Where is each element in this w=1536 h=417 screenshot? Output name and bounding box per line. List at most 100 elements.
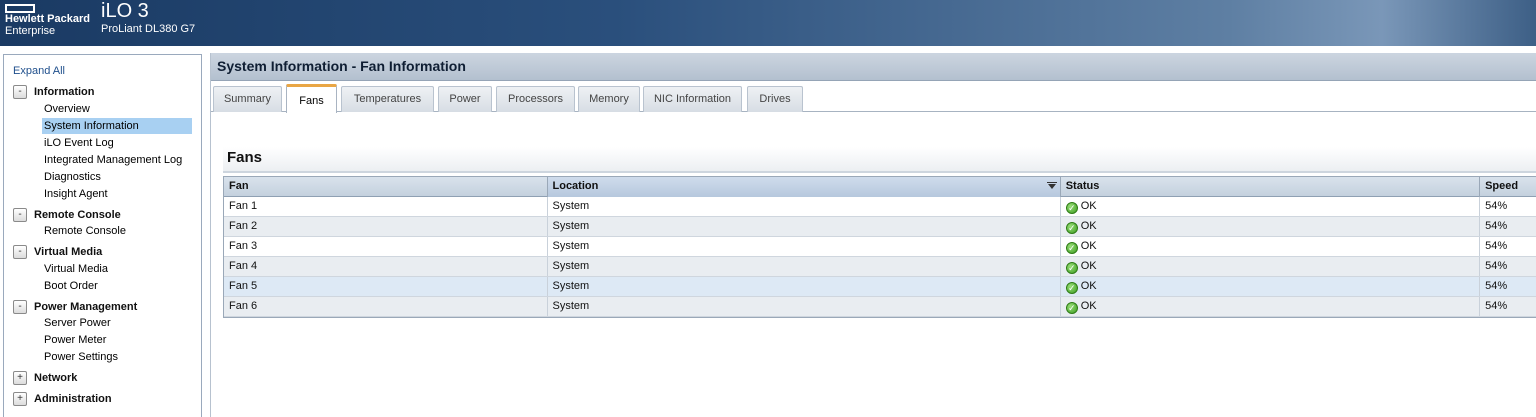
status-text: OK — [1080, 240, 1097, 252]
cell-location: System — [548, 277, 1061, 296]
nav-group-information[interactable]: - Information — [13, 84, 95, 100]
ok-check-icon: ✓ — [1065, 282, 1078, 294]
sidebar-item-boot-order[interactable]: Boot Order — [42, 278, 192, 294]
cell-fan: Fan 2 — [224, 217, 548, 236]
sidebar-nav: Expand All - Information Overview System… — [3, 54, 202, 417]
tab-fans[interactable]: Fans — [286, 84, 337, 113]
fans-table: Fan Location Status Speed Fan 1 System ✓… — [223, 176, 1536, 318]
column-header-label: Location — [552, 180, 599, 192]
cell-location: System — [548, 257, 1061, 276]
cell-status: ✓ OK — [1061, 217, 1481, 236]
sort-arrow-icon — [1047, 184, 1056, 189]
cell-fan: Fan 1 — [224, 197, 548, 216]
table-row[interactable]: Fan 4 System ✓ OK 54% — [224, 257, 1536, 277]
status-text: OK — [1080, 300, 1097, 312]
cell-speed: 54% — [1485, 200, 1508, 212]
sidebar-item-ilo-event-log[interactable]: iLO Event Log — [42, 135, 192, 151]
sort-descending-icon — [1046, 182, 1057, 183]
column-header-speed[interactable]: Speed — [1480, 177, 1536, 197]
sidebar-item-system-information[interactable]: System Information — [42, 118, 192, 134]
ok-check-icon: ✓ — [1065, 302, 1078, 314]
cell-speed: 54% — [1485, 240, 1508, 252]
table-row[interactable]: Fan 6 System ✓ OK 54% — [224, 297, 1536, 317]
main-panel: System Information - Fan Information Sum… — [210, 53, 1536, 417]
status-text: OK — [1080, 200, 1097, 212]
sidebar-item-integrated-management-log[interactable]: Integrated Management Log — [42, 152, 192, 168]
cell-fan: Fan 5 — [224, 277, 548, 296]
cell-fan: Fan 6 — [224, 297, 548, 316]
column-header-location[interactable]: Location — [547, 177, 1061, 197]
cell-speed: 54% — [1485, 220, 1508, 232]
sidebar-item-remote-console[interactable]: Remote Console — [42, 223, 192, 239]
nav-group-remote-console[interactable]: - Remote Console — [13, 207, 121, 223]
sidebar-item-power-settings[interactable]: Power Settings — [42, 349, 192, 365]
sidebar-item-virtual-media[interactable]: Virtual Media — [42, 261, 192, 277]
status-text: OK — [1080, 280, 1097, 292]
cell-status: ✓ OK — [1061, 257, 1481, 276]
tab-processors[interactable]: Processors — [496, 86, 575, 112]
tab-bar: Summary Fans Temperatures Power Processo… — [211, 84, 1536, 113]
ok-check-icon: ✓ — [1065, 222, 1078, 234]
nav-group-network[interactable]: + Network — [13, 370, 77, 386]
brand-line-2: Enterprise — [5, 25, 56, 37]
server-model: ProLiant DL380 G7 — [101, 23, 196, 35]
nav-group-label[interactable]: Virtual Media — [34, 246, 102, 258]
column-header-status[interactable]: Status — [1061, 177, 1481, 197]
hpe-logo: Hewlett Packard Enterprise — [5, 4, 95, 37]
cell-speed: 54% — [1485, 260, 1508, 272]
sidebar-item-power-meter[interactable]: Power Meter — [42, 332, 192, 348]
sidebar-item-overview[interactable]: Overview — [42, 101, 192, 117]
tab-temperatures[interactable]: Temperatures — [341, 86, 434, 112]
cell-location: System — [548, 297, 1061, 316]
expand-toggle-icon[interactable]: + — [13, 392, 27, 406]
expand-all-link[interactable]: Expand All — [13, 65, 65, 77]
status-text: OK — [1080, 220, 1097, 232]
cell-fan: Fan 3 — [224, 237, 548, 256]
collapse-toggle-icon[interactable]: - — [13, 245, 27, 259]
status-text: OK — [1080, 260, 1097, 272]
cell-location: System — [548, 237, 1061, 256]
table-row[interactable]: Fan 5 System ✓ OK 54% — [224, 277, 1536, 297]
collapse-toggle-icon[interactable]: - — [13, 300, 27, 314]
sidebar-item-insight-agent[interactable]: Insight Agent — [42, 186, 192, 202]
nav-group-label[interactable]: Remote Console — [34, 209, 121, 221]
cell-location: System — [548, 197, 1061, 216]
product-title: iLO 3 — [101, 0, 149, 22]
cell-status: ✓ OK — [1061, 277, 1481, 296]
nav-group-administration[interactable]: + Administration — [13, 391, 112, 407]
nav-group-power-management[interactable]: - Power Management — [13, 299, 137, 315]
table-header: Fan Location Status Speed — [224, 177, 1536, 197]
ok-check-icon: ✓ — [1065, 242, 1078, 254]
column-header-fan[interactable]: Fan — [224, 177, 548, 197]
nav-group-label[interactable]: Power Management — [34, 301, 137, 313]
tab-summary[interactable]: Summary — [213, 86, 282, 112]
cell-speed: 54% — [1485, 300, 1508, 312]
nav-group-virtual-media[interactable]: - Virtual Media — [13, 244, 102, 260]
nav-group-label[interactable]: Administration — [34, 393, 112, 405]
cell-fan: Fan 4 — [224, 257, 548, 276]
header-bar: Hewlett Packard Enterprise iLO 3 ProLian… — [0, 0, 1536, 46]
tab-drives[interactable]: Drives — [747, 86, 803, 112]
collapse-toggle-icon[interactable]: - — [13, 208, 27, 222]
table-row[interactable]: Fan 3 System ✓ OK 54% — [224, 237, 1536, 257]
tab-memory[interactable]: Memory — [578, 86, 640, 112]
ok-check-icon: ✓ — [1065, 202, 1078, 214]
sidebar-item-diagnostics[interactable]: Diagnostics — [42, 169, 192, 185]
tab-power[interactable]: Power — [438, 86, 492, 112]
ok-check-icon: ✓ — [1065, 262, 1078, 274]
cell-location: System — [548, 217, 1061, 236]
collapse-toggle-icon[interactable]: - — [13, 85, 27, 99]
sidebar-item-server-power[interactable]: Server Power — [42, 315, 192, 331]
expand-toggle-icon[interactable]: + — [13, 371, 27, 385]
nav-group-label[interactable]: Network — [34, 372, 77, 384]
nav-group-label[interactable]: Information — [34, 86, 95, 98]
brand-line-1: Hewlett Packard — [5, 13, 90, 25]
cell-speed: 54% — [1485, 280, 1508, 292]
page-title: System Information - Fan Information — [211, 53, 1536, 81]
table-row[interactable]: Fan 1 System ✓ OK 54% — [224, 197, 1536, 217]
cell-status: ✓ OK — [1061, 297, 1481, 316]
table-row[interactable]: Fan 2 System ✓ OK 54% — [224, 217, 1536, 237]
cell-status: ✓ OK — [1061, 197, 1481, 216]
tab-nic-information[interactable]: NIC Information — [643, 86, 742, 112]
section-title: Fans — [223, 147, 1536, 173]
